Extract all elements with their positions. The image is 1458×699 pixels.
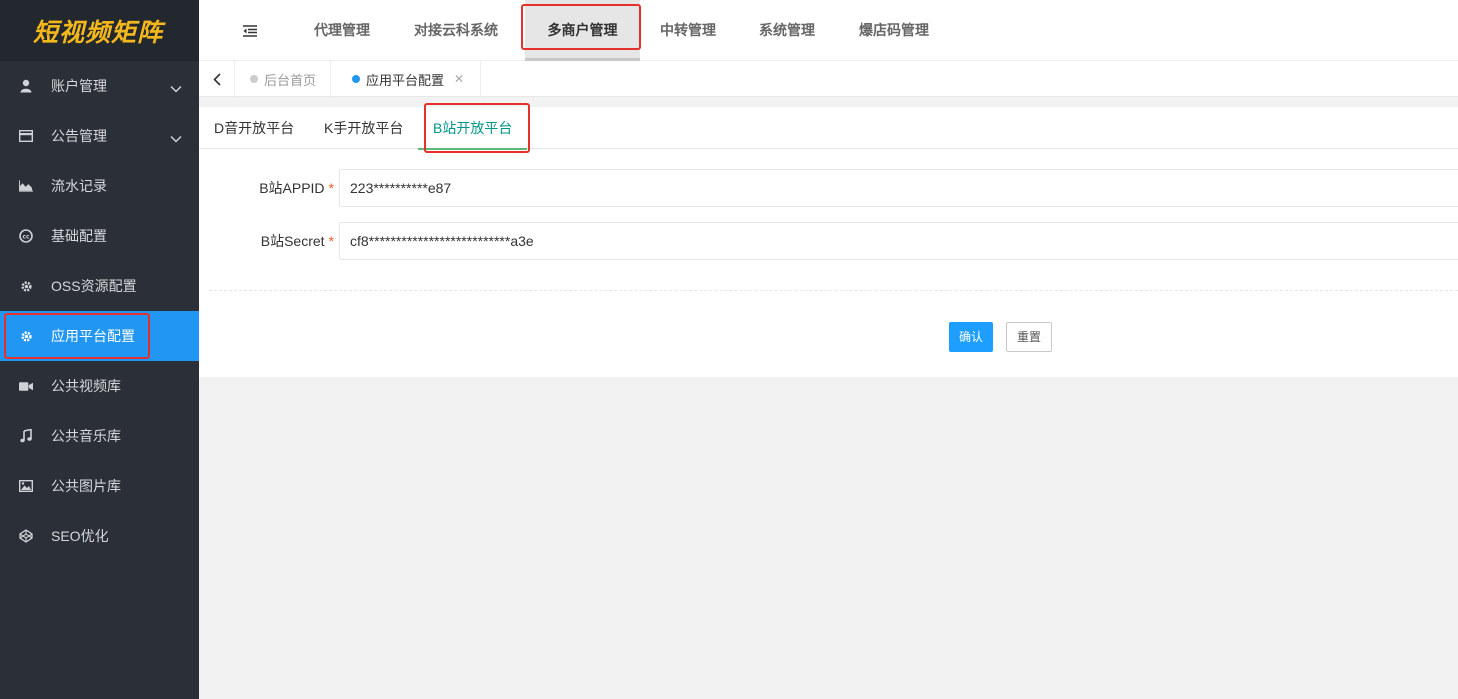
sidebar-item-video-library[interactable]: 公共视频库 [0, 361, 199, 411]
nav-store-code-management[interactable]: 爆店码管理 [859, 0, 929, 61]
sidebar-item-flow-records[interactable]: 流水记录 [0, 161, 199, 211]
nav-transfer-management[interactable]: 中转管理 [660, 0, 716, 61]
sidebar: 短视频矩阵 账户管理 公告管理 流水记录 cc 基础配置 OSS资源配置 应用平… [0, 0, 199, 699]
cc-icon: cc [19, 229, 33, 243]
sidebar-item-label: 流水记录 [51, 178, 107, 194]
sidebar-item-label: SEO优化 [51, 528, 109, 544]
sidebar-item-image-library[interactable]: 公共图片库 [0, 461, 199, 511]
sidebar-item-seo[interactable]: SEO优化 [0, 511, 199, 561]
user-icon [19, 79, 33, 93]
sidebar-item-label: OSS资源配置 [51, 278, 137, 294]
sidebar-item-label: 账户管理 [51, 78, 107, 94]
gear-icon [19, 329, 33, 343]
music-note-icon [19, 429, 33, 443]
tab-bilibili-platform[interactable]: B站开放平台 [417, 107, 528, 150]
sidebar-item-account[interactable]: 账户管理 [0, 61, 199, 111]
reset-button[interactable]: 重置 [1006, 322, 1052, 352]
card-icon [19, 129, 33, 143]
config-card: D音开放平台 K手开放平台 B站开放平台 B站APPID* B站Secret* … [199, 103, 1458, 377]
tab-douyin-platform[interactable]: D音开放平台 [214, 107, 294, 149]
sidebar-item-label: 公共视频库 [51, 378, 121, 394]
appid-row: B站APPID * [199, 169, 1458, 207]
logo-text: 短视频矩阵 [33, 17, 164, 47]
gear-icon [19, 279, 33, 293]
nav-agent-management[interactable]: 代理管理 [314, 0, 370, 61]
sidebar-item-label: 公告管理 [51, 128, 107, 144]
sidebar-item-announcement[interactable]: 公告管理 [0, 111, 199, 161]
tab-home[interactable]: 后台首页 [236, 61, 332, 97]
chevron-left-icon[interactable] [199, 61, 235, 97]
top-nav: 代理管理 对接云科系统 多商户管理 中转管理 系统管理 爆店码管理 [199, 0, 1458, 61]
nav-cloud-system[interactable]: 对接云科系统 [414, 0, 498, 61]
secret-input[interactable] [339, 222, 1458, 260]
codepen-icon [19, 529, 33, 543]
tab-label: 后台首页 [264, 72, 317, 88]
sidebar-item-app-platform-config[interactable]: 应用平台配置 [0, 311, 199, 361]
sidebar-item-basic-config[interactable]: cc 基础配置 [0, 211, 199, 261]
page-tab-bar: 后台首页 应用平台配置 ✕ [199, 61, 1458, 97]
sidebar-item-label: 公共音乐库 [51, 428, 121, 444]
image-icon [19, 479, 33, 493]
platform-tabs: D音开放平台 K手开放平台 B站开放平台 [199, 103, 1458, 153]
appid-input[interactable] [339, 169, 1458, 207]
svg-text:cc: cc [22, 234, 30, 241]
sidebar-menu: 账户管理 公告管理 流水记录 cc 基础配置 OSS资源配置 应用平台配置 公共… [0, 61, 199, 561]
tab-label: 应用平台配置 [366, 72, 445, 88]
required-mark: * [328, 180, 334, 196]
sidebar-item-music-library[interactable]: 公共音乐库 [0, 411, 199, 461]
form-divider [209, 290, 1458, 291]
chevron-down-icon [170, 130, 182, 146]
nav-multi-merchant[interactable]: 多商户管理 [525, 0, 640, 61]
tab-dot-icon [352, 75, 360, 83]
area-chart-icon [19, 179, 33, 193]
chevron-down-icon [170, 80, 182, 96]
secret-label: B站Secret * [261, 222, 334, 260]
sidebar-item-label: 应用平台配置 [51, 328, 135, 344]
video-camera-icon [19, 379, 33, 393]
tab-dot-icon [250, 75, 258, 83]
menu-fold-icon[interactable] [243, 24, 257, 40]
confirm-button[interactable]: 确认 [949, 322, 993, 352]
nav-system-management[interactable]: 系统管理 [759, 0, 815, 61]
close-icon[interactable]: ✕ [454, 72, 464, 86]
sidebar-item-label: 公共图片库 [51, 478, 121, 494]
appid-label: B站APPID * [259, 169, 334, 207]
secret-label-text: B站Secret [260, 233, 325, 249]
appid-label-text: B站APPID [259, 180, 325, 196]
tab-app-platform-config[interactable]: 应用平台配置 ✕ [336, 61, 482, 97]
logo[interactable]: 短视频矩阵 [0, 0, 199, 61]
sidebar-item-label: 基础配置 [51, 228, 107, 244]
required-mark: * [328, 233, 334, 249]
sidebar-item-oss-config[interactable]: OSS资源配置 [0, 261, 199, 311]
tab-kuaishou-platform[interactable]: K手开放平台 [324, 107, 403, 149]
secret-row: B站Secret * [199, 222, 1458, 260]
